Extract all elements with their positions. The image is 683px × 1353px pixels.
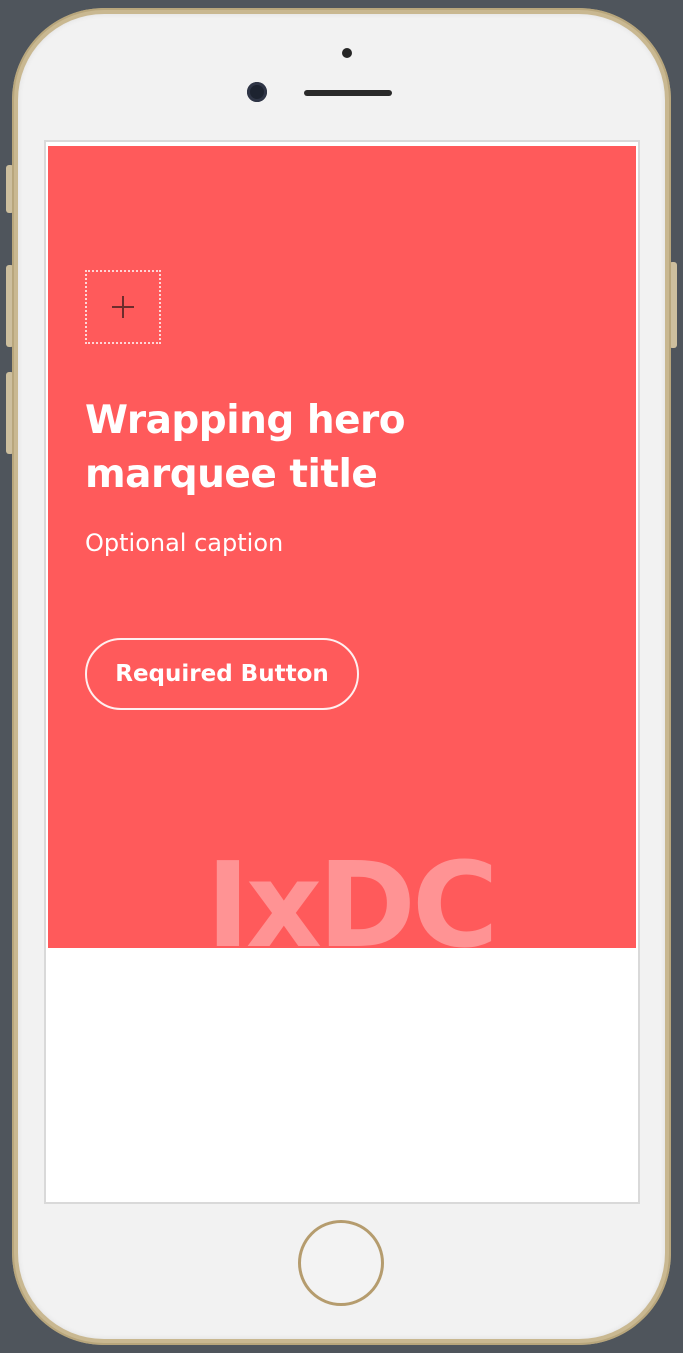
hero-caption: Optional caption [85,529,284,557]
phone-face: Wrapping hero marquee title Optional cap… [18,14,665,1339]
phone-screen: Wrapping hero marquee title Optional cap… [44,140,640,1204]
home-button[interactable] [298,1220,384,1306]
hero-title: Wrapping hero marquee title [85,398,406,497]
earpiece-speaker [304,90,392,96]
required-button[interactable]: Required Button [85,638,359,710]
add-icon [112,296,134,318]
icon-placeholder[interactable] [85,270,161,344]
phone-frame: Wrapping hero marquee title Optional cap… [12,8,671,1345]
proximity-sensor [342,48,352,58]
ixdc-watermark-logo: IxDC [206,836,499,948]
device-stage: Wrapping hero marquee title Optional cap… [0,0,683,1353]
hero-marquee: Wrapping hero marquee title Optional cap… [48,146,636,948]
front-camera-icon [247,82,267,102]
